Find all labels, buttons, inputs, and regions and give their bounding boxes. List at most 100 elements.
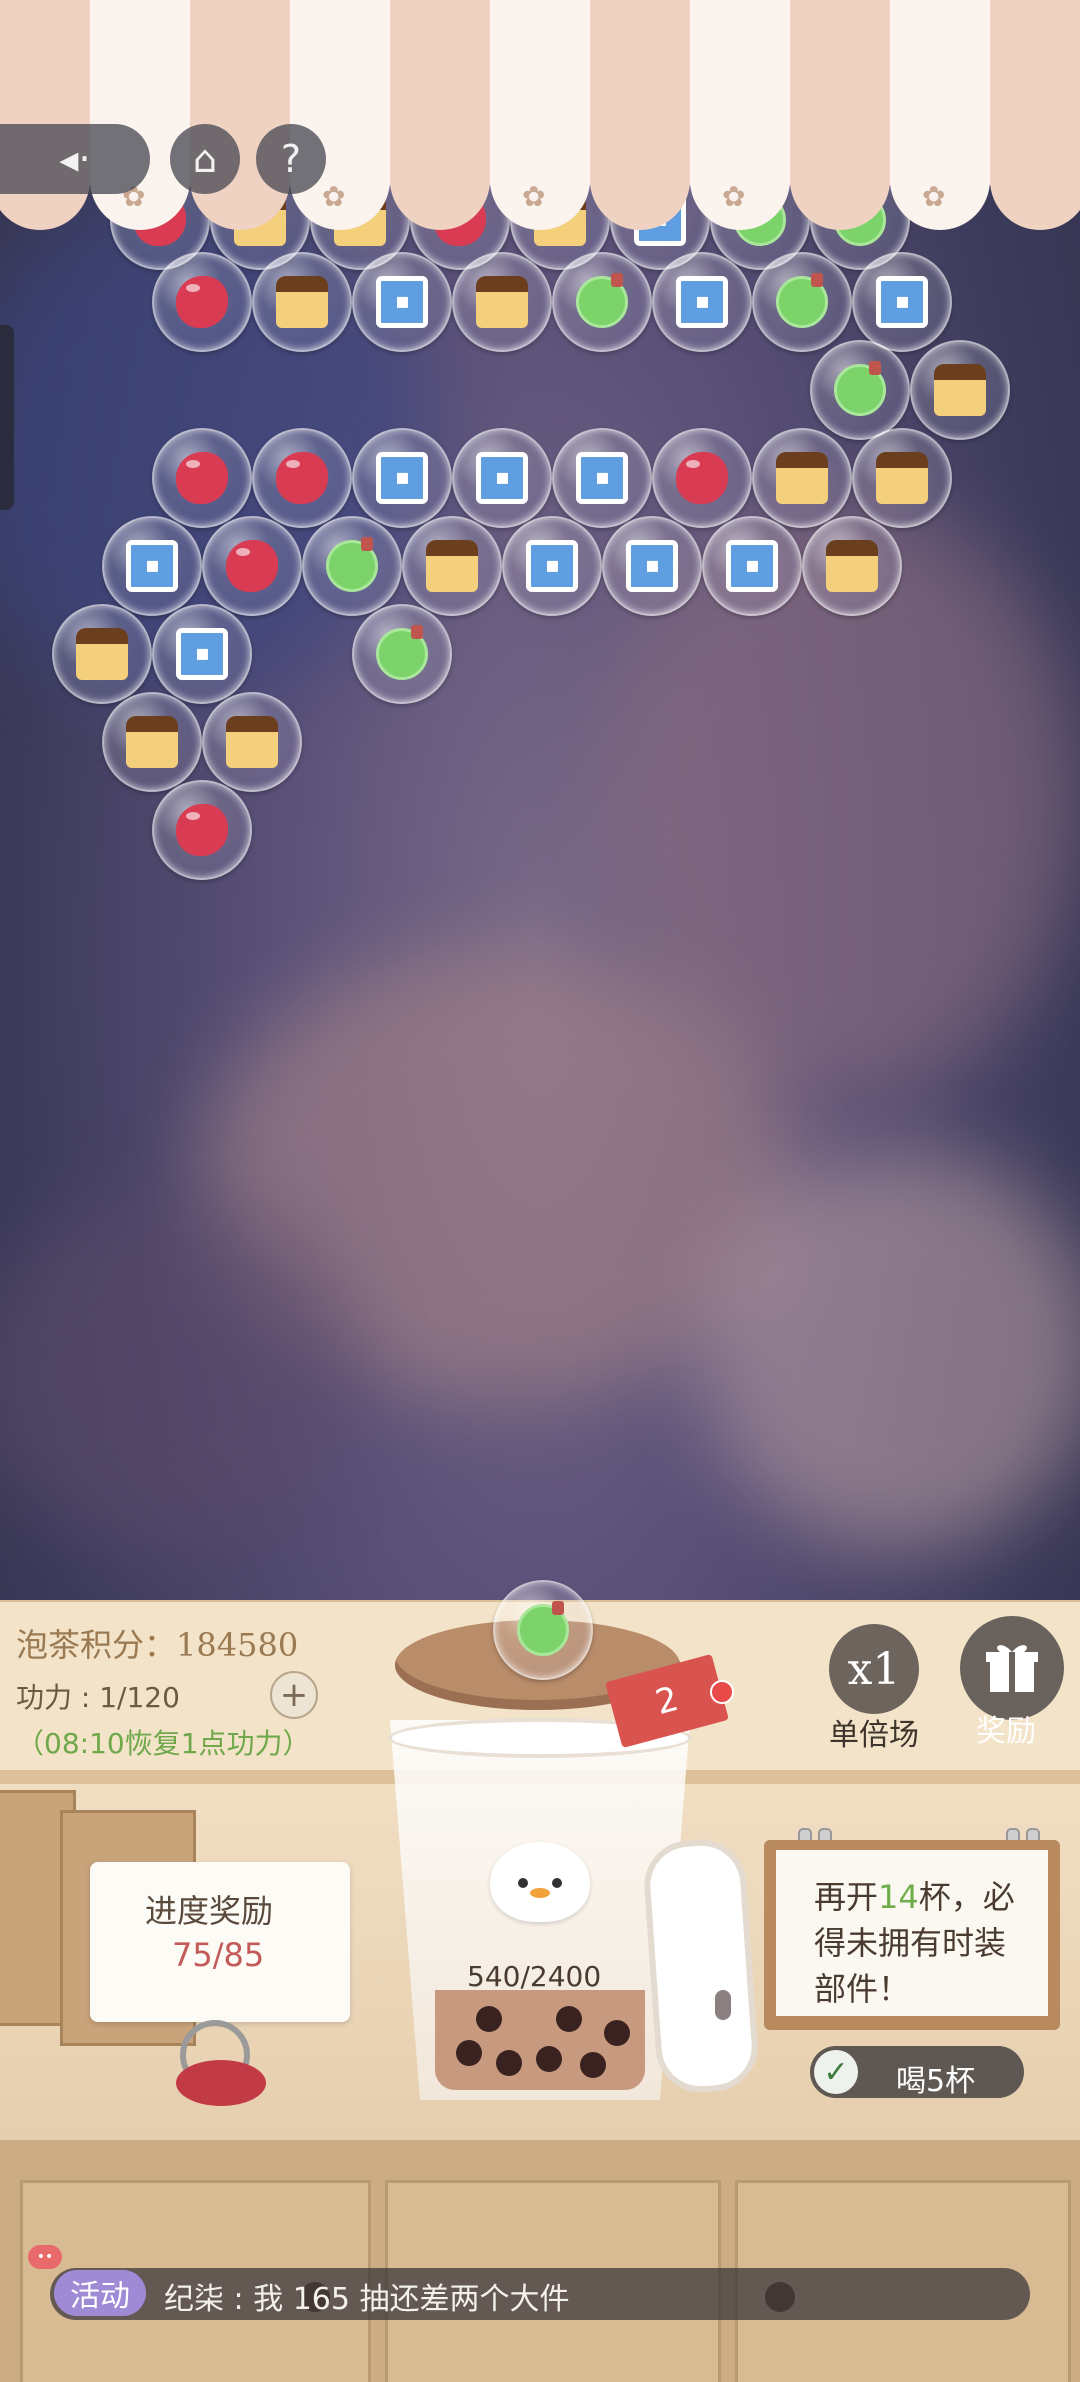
bubble-milk — [352, 252, 452, 352]
chat-message: 纪柒 : 我 165 抽还差两个大件 — [164, 2282, 570, 2317]
bubble-bean — [152, 780, 252, 880]
chat-badge: •• — [28, 2245, 62, 2269]
milk-icon — [126, 540, 178, 592]
home-button[interactable]: ⌂ — [170, 124, 240, 194]
bubble-bean — [152, 252, 252, 352]
cup-lid-hole — [715, 1990, 731, 2020]
bubble-pudding — [452, 252, 552, 352]
milk-icon — [876, 276, 928, 328]
bubble-pudding — [252, 252, 352, 352]
add-power-button[interactable]: + — [270, 1671, 318, 1719]
milk-icon — [376, 276, 428, 328]
awning-scallop — [790, 150, 890, 230]
milk-icon — [176, 628, 228, 680]
check-icon: ✓ — [814, 2050, 858, 2094]
milk-icon — [526, 540, 578, 592]
milk-icon — [376, 452, 428, 504]
pudding-icon — [476, 276, 528, 328]
bubble-bean — [202, 516, 302, 616]
bubble-bean — [652, 428, 752, 528]
pudding-icon — [826, 540, 878, 592]
pudding-icon — [276, 276, 328, 328]
tapioca-pearl — [476, 2006, 502, 2032]
melon-icon — [376, 625, 428, 680]
bubble-melon — [352, 604, 452, 704]
bubble-melon — [810, 340, 910, 440]
bg-blob — [700, 1150, 1080, 1550]
shop-awning: ✿ ✿ ✿ ✿ ✿ — [0, 0, 1080, 230]
multiplier-label: 单倍场 — [829, 1718, 919, 1753]
drink-label: 喝5杯 — [896, 2064, 976, 2099]
bubble-bean — [252, 428, 352, 528]
melon-icon — [517, 1601, 569, 1656]
bubble-pudding — [802, 516, 902, 616]
bubble-milk — [452, 428, 552, 528]
tapioca-pearl — [580, 2052, 606, 2078]
paw-icon: ✿ — [322, 180, 346, 213]
bean-icon — [176, 804, 228, 856]
bubble-milk — [702, 516, 802, 616]
progress-reward-title: 进度奖励 — [145, 1892, 274, 1930]
bubble-milk — [502, 516, 602, 616]
bubble-melon — [752, 252, 852, 352]
bubble-pudding — [910, 340, 1010, 440]
score-display: 泡茶积分：184580 — [16, 1626, 299, 1664]
bean-icon — [226, 540, 278, 592]
multiplier-button[interactable]: x1 — [829, 1624, 919, 1714]
power-recover-text: （08:10恢复1点功力） — [16, 1727, 311, 1760]
notification-dot — [710, 1680, 734, 1704]
next-bubble[interactable] — [493, 1580, 593, 1680]
awning-scallop — [990, 150, 1080, 230]
side-drawer-tab[interactable] — [0, 325, 14, 510]
awning-scallop — [590, 150, 690, 230]
notice-line-2: 得未拥有时装 — [814, 1924, 1007, 1962]
tapioca-pearl — [556, 2006, 582, 2032]
progress-reward-value: 75/85 — [172, 1936, 265, 1974]
milk-icon — [676, 276, 728, 328]
help-button[interactable]: ? — [256, 124, 326, 194]
paw-icon: ✿ — [922, 180, 946, 213]
bubble-melon — [302, 516, 402, 616]
bubble-milk — [152, 604, 252, 704]
bean-icon — [676, 452, 728, 504]
bubble-pudding — [102, 692, 202, 792]
tapioca-pearl — [456, 2040, 482, 2066]
chat-channel-tag[interactable]: 活动 — [54, 2270, 146, 2316]
gift-icon — [986, 1645, 1038, 1692]
paw-icon: ✿ — [722, 180, 746, 213]
reward-label: 奖励 — [976, 1714, 1036, 1749]
bubble-pudding — [402, 516, 502, 616]
bubble-milk — [552, 428, 652, 528]
plus-icon: + — [279, 1675, 309, 1715]
bubble-milk — [102, 516, 202, 616]
bean-icon — [276, 452, 328, 504]
pudding-icon — [76, 628, 128, 680]
cup-lid — [641, 1836, 761, 2096]
notice-line-1: 再开14杯，必 — [814, 1878, 1015, 1916]
cup-progress: 540/2400 — [467, 1960, 602, 1993]
bubble-pudding — [52, 604, 152, 704]
pudding-icon — [876, 452, 928, 504]
pudding-icon — [934, 364, 986, 416]
paw-icon: ✿ — [522, 180, 546, 213]
speaker-arrow-icon: ◂· — [59, 137, 91, 181]
pudding-icon — [426, 540, 478, 592]
bubble-pudding — [752, 428, 852, 528]
bubble-pudding — [202, 692, 302, 792]
game-screen: { "score": {"label": "泡茶积分：", "value": "… — [0, 0, 1080, 2382]
bubble-milk — [652, 252, 752, 352]
melon-icon — [326, 537, 378, 592]
melon-icon — [576, 273, 628, 328]
power-text: 功力 : 1/120 — [16, 1681, 180, 1714]
bubble-pudding — [852, 428, 952, 528]
bubble-milk — [352, 428, 452, 528]
home-icon: ⌂ — [192, 137, 218, 181]
milk-icon — [576, 452, 628, 504]
question-icon: ? — [280, 137, 302, 181]
bean-icon — [176, 452, 228, 504]
notice-line-3: 部件！ — [814, 1970, 911, 2008]
pudding-icon — [226, 716, 278, 768]
reward-button[interactable] — [960, 1616, 1064, 1720]
tapioca-pearl — [496, 2050, 522, 2076]
back-sound-button[interactable]: ◂· — [0, 124, 150, 194]
